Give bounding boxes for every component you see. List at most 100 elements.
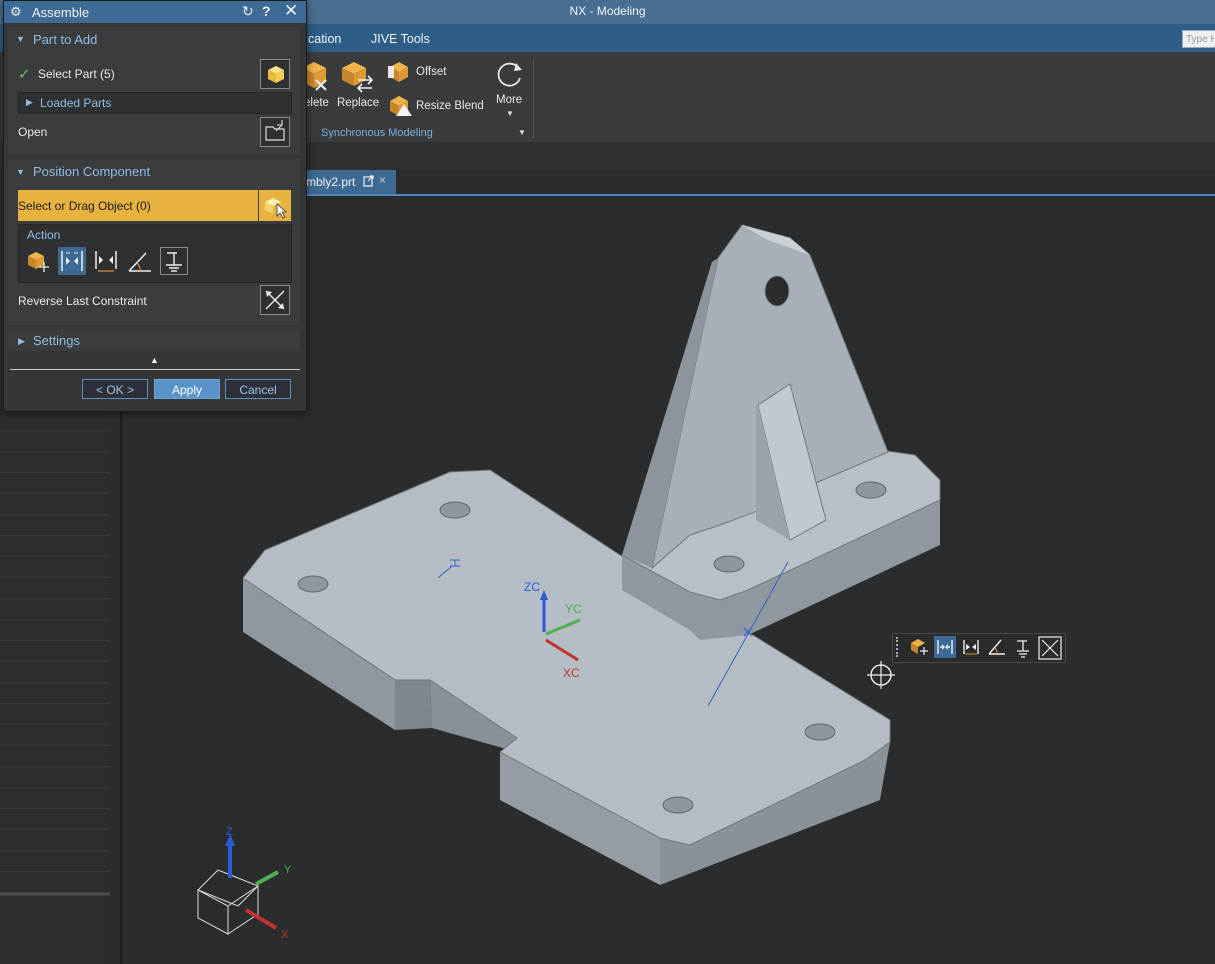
open-folder-icon [265, 120, 285, 141]
mounting-hole [855, 481, 887, 499]
close-tab-icon[interactable]: × [379, 173, 386, 187]
part-to-add-header[interactable]: Part to Add [33, 32, 97, 47]
delete-face-label: elete [304, 97, 329, 109]
reverse-constraint-label: Reverse Last Constraint [18, 294, 147, 308]
move-component-icon[interactable] [908, 636, 930, 658]
command-search-input[interactable]: Type H [1182, 30, 1215, 48]
toolbar-grip-icon[interactable] [896, 637, 902, 657]
offset-region-button[interactable]: Offset [416, 66, 446, 78]
resize-blend-button[interactable]: Resize Blend [416, 100, 484, 112]
resource-row[interactable] [0, 662, 110, 683]
dialog-gear-icon: ⚙ [10, 4, 22, 19]
apply-button[interactable]: Apply [154, 379, 220, 399]
resource-row[interactable] [0, 515, 110, 536]
resource-row[interactable] [0, 788, 110, 809]
assemble-dialog: ⚙ Assemble ↻ ? ✕ ▼ Part to Add ✓ Select … [3, 0, 307, 412]
wcs-x-label: XC [563, 666, 580, 680]
resource-row[interactable] [0, 641, 110, 662]
mounting-hole [662, 796, 694, 814]
mounting-hole [439, 501, 471, 519]
resource-row[interactable] [0, 599, 110, 620]
resource-row[interactable] [0, 830, 110, 851]
menu-application[interactable]: cation [308, 32, 341, 46]
offset-region-icon[interactable] [388, 60, 412, 84]
select-object-label[interactable]: Select or Drag Object (0) [18, 199, 151, 213]
rib-hole [764, 275, 790, 307]
ribbon-group-label: Synchronous Modeling [321, 127, 433, 139]
resource-row[interactable] [0, 473, 110, 494]
select-object-button[interactable] [259, 190, 291, 221]
plate-notch-face [395, 680, 432, 730]
more-button[interactable]: More [496, 94, 522, 106]
refresh-more-icon[interactable] [494, 58, 526, 90]
mounting-hole [804, 723, 836, 741]
wcs-z-label: ZC [524, 580, 540, 594]
checkmark-icon: ✓ [18, 66, 31, 83]
close-icon[interactable]: ✕ [284, 1, 298, 21]
resource-row[interactable] [0, 872, 110, 893]
resource-row[interactable] [0, 410, 110, 431]
open-label: Open [18, 125, 48, 139]
ok-button[interactable]: < OK > [82, 379, 148, 399]
fix-icon [166, 252, 182, 272]
fix-button[interactable] [160, 247, 188, 275]
ribbon-separator [533, 60, 534, 138]
help-icon[interactable]: ? [262, 3, 271, 19]
resource-row[interactable] [0, 452, 110, 473]
replace-face-button[interactable] [340, 60, 374, 94]
action-label: Action [27, 228, 61, 242]
replace-face-icon [342, 62, 374, 93]
resource-row[interactable] [0, 704, 110, 725]
resource-row[interactable] [0, 851, 110, 872]
select-object-icon [265, 198, 288, 219]
resource-row[interactable] [0, 578, 110, 599]
resource-row[interactable] [0, 431, 110, 452]
resource-row[interactable] [0, 767, 110, 788]
reset-icon[interactable]: ↻ [242, 3, 254, 20]
resource-row[interactable] [0, 725, 110, 746]
resource-row[interactable] [0, 746, 110, 767]
resource-row[interactable] [0, 494, 110, 515]
dialog-title: Assemble [32, 5, 90, 20]
touch-align-icon[interactable] [934, 636, 956, 658]
view-triad[interactable]: Z Y X [197, 826, 292, 941]
position-component-header[interactable]: Position Component [33, 164, 150, 179]
resource-row[interactable] [0, 683, 110, 704]
popout-icon[interactable] [363, 175, 374, 187]
angle-icon[interactable] [126, 247, 154, 275]
distance-icon[interactable] [92, 247, 120, 275]
settings-header[interactable]: Settings [33, 333, 80, 348]
mounting-hole [713, 555, 745, 573]
move-icon[interactable] [24, 247, 52, 275]
touch-align-icon[interactable] [58, 247, 86, 275]
dialog-divider [10, 369, 300, 370]
resource-row[interactable] [0, 809, 110, 830]
resource-row[interactable] [0, 557, 110, 578]
open-button[interactable] [260, 117, 290, 147]
distance-icon[interactable] [960, 636, 982, 658]
collapse-icon[interactable]: ▼ [16, 167, 25, 177]
collapse-dialog-icon[interactable]: ▲ [150, 355, 159, 365]
more-dropdown-icon[interactable]: ▼ [506, 109, 514, 118]
cancel-button[interactable]: Cancel [225, 379, 291, 399]
resize-blend-icon[interactable] [388, 94, 412, 118]
select-part-button[interactable] [260, 59, 290, 89]
collapse-icon[interactable]: ▼ [16, 34, 25, 44]
select-part-label[interactable]: Select Part (5) [38, 67, 115, 81]
menu-jive-tools[interactable]: JIVE Tools [371, 32, 430, 46]
reverse-arrows-icon [265, 290, 285, 310]
reverse-constraint-button[interactable] [260, 285, 290, 315]
expand-icon[interactable]: ▶ [18, 336, 25, 347]
part-cube-icon [268, 66, 284, 83]
triad-y-label: Y [284, 864, 292, 876]
replace-face-label: Replace [337, 97, 380, 109]
resource-divider [0, 893, 110, 896]
angle-icon[interactable] [986, 636, 1008, 658]
resource-row[interactable] [0, 620, 110, 641]
reverse-constraint-icon[interactable] [1038, 636, 1062, 660]
resource-row[interactable] [0, 536, 110, 557]
ribbon-group-dropdown-icon[interactable]: ▼ [518, 128, 526, 137]
expand-icon[interactable]: ▶ [26, 97, 33, 108]
fix-icon[interactable] [1012, 636, 1034, 658]
loaded-parts-label[interactable]: Loaded Parts [40, 96, 111, 110]
